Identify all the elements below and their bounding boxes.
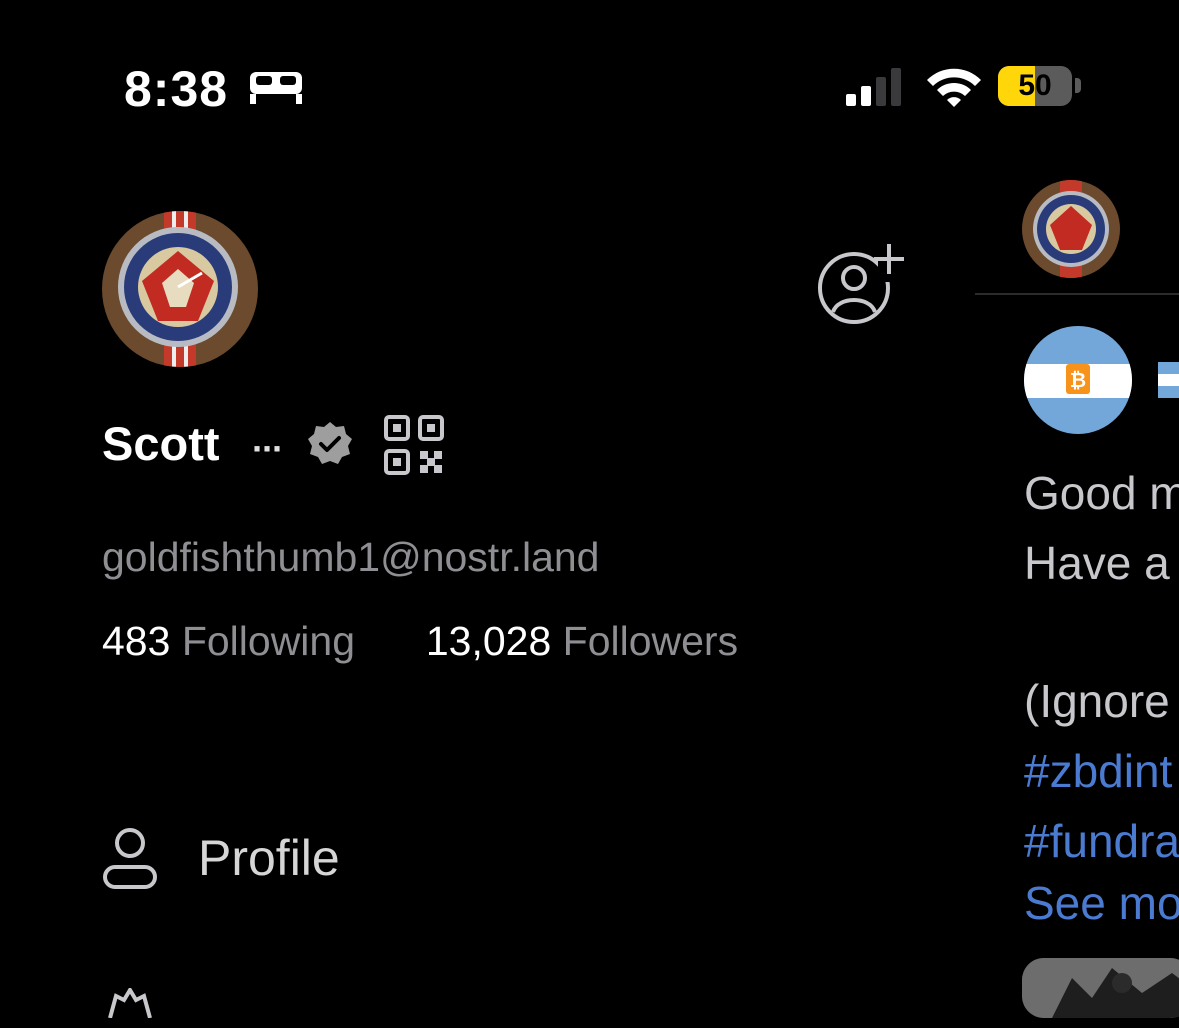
- post-text-line: (Ignore: [1024, 675, 1170, 727]
- add-account-icon[interactable]: [816, 240, 908, 326]
- feed-header-avatar[interactable]: [1022, 180, 1120, 278]
- battery-indicator: 50: [998, 66, 1072, 106]
- wifi-icon: [927, 68, 981, 107]
- gear-icon: [108, 988, 152, 1018]
- followers-link[interactable]: 13,028 Followers: [426, 618, 738, 664]
- menu-item-label: Profile: [198, 830, 340, 886]
- signal-icon: [846, 68, 901, 106]
- svg-text:₿: ₿: [1070, 368, 1086, 392]
- post-text-line: Good m: [1024, 467, 1179, 519]
- post-image[interactable]: [1022, 958, 1179, 1018]
- battery-cap: [1075, 78, 1081, 93]
- battery-level: 50: [1018, 69, 1052, 102]
- followers-count: 13,028: [425, 618, 552, 664]
- more-dots-icon[interactable]: ···: [252, 428, 284, 470]
- followers-label: Followers: [562, 618, 739, 664]
- menu-item-profile[interactable]: Profile: [102, 826, 340, 890]
- feed-header-divider: [975, 293, 1179, 295]
- hashtag-link[interactable]: #fundra: [1024, 814, 1179, 868]
- person-icon: [103, 828, 157, 889]
- post-text-line: Have a: [1024, 537, 1170, 589]
- verified-badge-icon: [308, 422, 352, 464]
- nip05-identifier: goldfishthumb1@nostr.land: [102, 534, 600, 580]
- follow-stats: 483 Following 13,028 Followers: [102, 618, 738, 665]
- user-avatar[interactable]: [102, 211, 258, 367]
- see-more-link[interactable]: See mo: [1024, 876, 1179, 930]
- post-author-avatar[interactable]: ₿: [1024, 326, 1132, 434]
- flag-icon: [1158, 362, 1179, 398]
- hashtag-link[interactable]: #zbdint: [1024, 744, 1172, 798]
- menu-item-partial[interactable]: [102, 988, 158, 1028]
- following-count: 483: [102, 618, 171, 664]
- status-time: 8:38: [124, 61, 229, 117]
- qr-code-icon[interactable]: [383, 414, 445, 476]
- following-label: Following: [181, 618, 356, 664]
- bed-icon: [250, 72, 302, 104]
- display-name: Scott: [102, 417, 220, 470]
- following-link[interactable]: 483 Following: [102, 618, 366, 664]
